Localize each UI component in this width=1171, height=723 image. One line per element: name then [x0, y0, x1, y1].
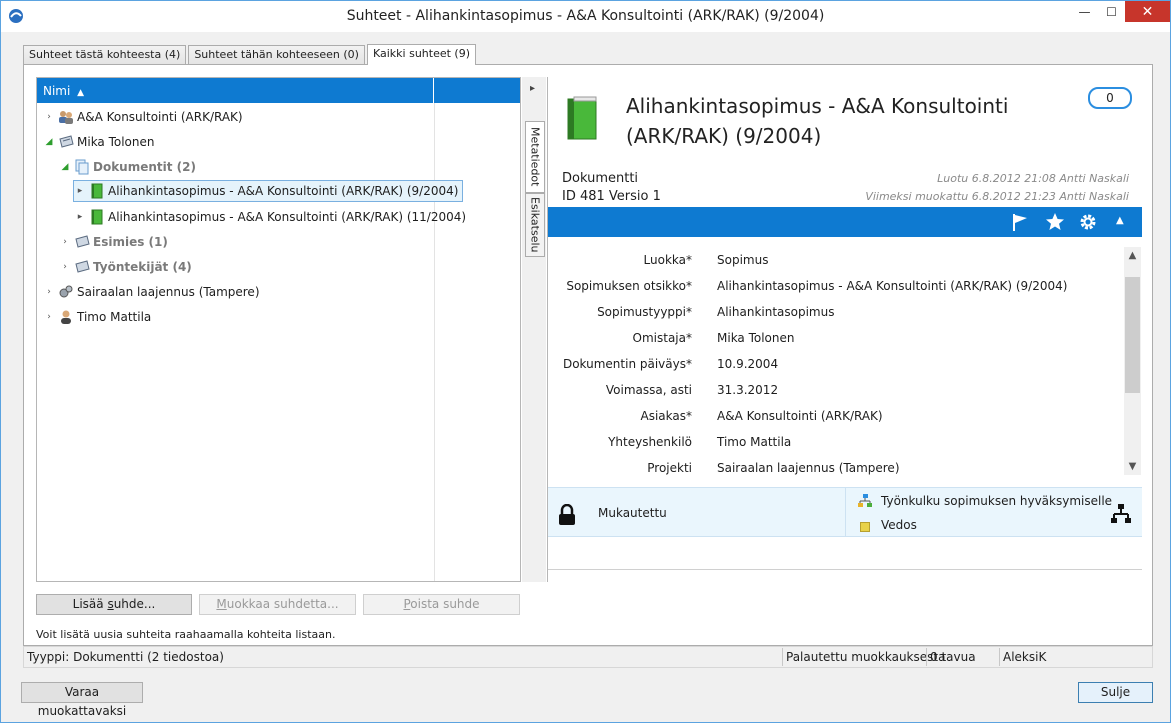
lock-icon[interactable] — [558, 504, 576, 526]
expanded-icon[interactable]: ◢ — [43, 137, 55, 147]
caret-right-icon[interactable]: ▸ — [74, 186, 86, 196]
permissions-label[interactable]: Mukautettu — [598, 506, 667, 520]
property-row[interactable]: Sopimustyyppi* Alihankintasopimus — [548, 299, 1128, 325]
tree-item-dokumentit[interactable]: ◢ Dokumentit (2) — [59, 156, 196, 178]
property-row[interactable]: Yhteyshenkilö Timo Mattila — [548, 429, 1128, 455]
workflow-icon — [858, 494, 872, 507]
chevron-right-icon[interactable]: › — [43, 287, 55, 297]
hierarchy-icon[interactable] — [1110, 503, 1132, 525]
status-user: AleksiK — [1003, 650, 1047, 664]
status-type: Tyyppi: Dokumentti (2 tiedostoa) — [27, 650, 224, 664]
caret-right-icon[interactable]: ▸ — [74, 212, 86, 222]
sort-ascending-icon: ▲ — [77, 88, 85, 98]
status-bar: Tyyppi: Dokumentti (2 tiedostoa) Palaute… — [23, 646, 1153, 668]
gear-icon[interactable] — [1078, 212, 1098, 232]
object-id-version: ID 481 Versio 1 — [562, 189, 661, 204]
tab-relations-to[interactable]: Suhteet tähän kohteeseen (0) — [188, 45, 365, 65]
property-row[interactable]: Voimassa, asti 31.3.2012 — [548, 377, 1128, 403]
gears-icon — [59, 285, 73, 298]
property-row[interactable]: Omistaja* Mika Tolonen — [548, 325, 1128, 351]
property-row[interactable]: Asiakas* A&A Konsultointi (ARK/RAK) — [548, 403, 1128, 429]
expanded-icon[interactable]: ◢ — [59, 162, 71, 172]
tab-all-relations[interactable]: Kaikki suhteet (9) — [366, 44, 477, 65]
tab-metadata[interactable]: Metatiedot — [525, 121, 545, 193]
properties-list: Luokka* Sopimus Sopimuksen otsikko* Alih… — [548, 237, 1142, 487]
state-icon — [860, 522, 870, 532]
check-out-button[interactable]: Varaa muokattavaksi — [21, 682, 143, 718]
edit-relation-button[interactable]: Muokkaa suhdetta... — [199, 594, 356, 615]
card-icon — [75, 260, 90, 273]
add-relation-button[interactable]: Lisää suhde... — [36, 594, 192, 615]
side-tab-strip: ▸ Metatiedot Esikatselu — [522, 77, 546, 582]
chevron-right-icon[interactable]: › — [43, 112, 55, 122]
created-info: Luotu 6.8.2012 21:08 Antti Naskali — [937, 172, 1129, 185]
tree-item-mika-tolonen[interactable]: ◢ Mika Tolonen — [43, 131, 155, 153]
workflow-label[interactable]: Työnkulku sopimuksen hyväksymiselle — [881, 494, 1112, 508]
scroll-up-icon[interactable]: ▲ — [1124, 247, 1141, 264]
tree-item-sairaalan-laajennus[interactable]: › Sairaalan laajennus (Tampere) — [43, 281, 259, 303]
relations-tree[interactable]: Nimi ▲ › A&A Konsultointi (ARK/RAK) ◢ Mi… — [36, 77, 521, 582]
metadata-card: Alihankintasopimus - A&A Konsultointi (A… — [547, 77, 1142, 582]
card-icon — [75, 235, 90, 248]
people-icon — [59, 111, 73, 124]
modified-info: Viimeksi muokattu 6.8.2012 21:23 Antti N… — [865, 190, 1129, 203]
green-book-icon — [91, 209, 103, 225]
delete-relation-button[interactable]: Poista suhde — [363, 594, 520, 615]
scroll-thumb[interactable] — [1125, 277, 1140, 393]
tree-item-document-11-2004[interactable]: ▸ Alihankintasopimus - A&A Konsultointi … — [74, 206, 466, 228]
close-button[interactable]: Sulje — [1078, 682, 1153, 703]
property-row[interactable]: Projekti Sairaalan laajennus (Tampere) — [548, 455, 1128, 481]
green-book-icon — [567, 96, 597, 140]
documents-icon — [75, 159, 89, 175]
property-row[interactable]: Dokumentin päiväys* 10.9.2004 — [548, 351, 1128, 377]
status-restored: Palautettu muokkauksesta — [786, 650, 946, 664]
chevron-right-icon[interactable]: › — [59, 262, 71, 272]
chevron-right-icon[interactable]: › — [43, 312, 55, 322]
tree-item-aa-konsultointi[interactable]: › A&A Konsultointi (ARK/RAK) — [43, 106, 243, 128]
tree-header[interactable]: Nimi ▲ — [37, 78, 520, 103]
tab-content-panel: Nimi ▲ › A&A Konsultointi (ARK/RAK) ◢ Mi… — [23, 64, 1153, 646]
drag-hint-text: Voit lisätä uusia suhteita raahaamalla k… — [36, 628, 336, 641]
metadata-toolbar: ▲ — [548, 207, 1142, 237]
properties-scrollbar[interactable]: ▲ ▼ — [1124, 247, 1141, 475]
close-window-button[interactable]: ✕ — [1125, 1, 1170, 22]
collapse-pane-icon[interactable]: ▸ — [530, 83, 535, 94]
tree-item-tyontekijat[interactable]: › Työntekijät (4) — [59, 256, 192, 278]
maximize-button[interactable]: ☐ — [1098, 1, 1125, 22]
green-book-icon — [91, 183, 103, 199]
person-icon — [61, 310, 71, 324]
workflow-state[interactable]: Vedos — [881, 518, 917, 532]
chevron-right-icon[interactable]: › — [59, 237, 71, 247]
document-title: Alihankintasopimus - A&A Konsultointi (A… — [626, 94, 1009, 148]
comments-button[interactable]: 0 — [1088, 87, 1132, 109]
tree-item-timo-mattila[interactable]: › Timo Mattila — [43, 306, 151, 328]
card-icon — [59, 135, 74, 148]
relation-tabs: Suhteet tästä kohteesta (4) Suhteet tähä… — [23, 44, 478, 65]
title-bar[interactable]: Suhteet - Alihankintasopimus - A&A Konsu… — [1, 1, 1170, 32]
property-row[interactable]: Luokka* Sopimus — [548, 247, 1128, 273]
collapse-metadata-icon[interactable]: ▲ — [1116, 215, 1124, 226]
property-row[interactable]: Sopimuksen otsikko* Alihankintasopimus -… — [548, 273, 1128, 299]
star-icon[interactable] — [1045, 212, 1065, 232]
tree-item-esimies[interactable]: › Esimies (1) — [59, 231, 168, 253]
tab-relations-from[interactable]: Suhteet tästä kohteesta (4) — [23, 45, 187, 65]
column-header-name[interactable]: Nimi ▲ — [37, 78, 434, 103]
flag-icon[interactable] — [1010, 212, 1030, 232]
tab-preview[interactable]: Esikatselu — [525, 193, 545, 257]
object-type: Dokumentti — [562, 171, 639, 186]
tree-item-document-9-2004[interactable]: ▸ Alihankintasopimus - A&A Konsultointi … — [73, 180, 464, 202]
window-title: Suhteet - Alihankintasopimus - A&A Konsu… — [346, 8, 825, 24]
dialog-window: Suhteet - Alihankintasopimus - A&A Konsu… — [0, 0, 1171, 723]
scroll-down-icon[interactable]: ▼ — [1124, 458, 1141, 475]
permissions-workflow-strip: Mukautettu Työnkulku sopimuksen hyväksym… — [548, 487, 1142, 537]
status-size: 0 tavua — [930, 650, 976, 664]
minimize-button[interactable]: — — [1071, 1, 1098, 22]
